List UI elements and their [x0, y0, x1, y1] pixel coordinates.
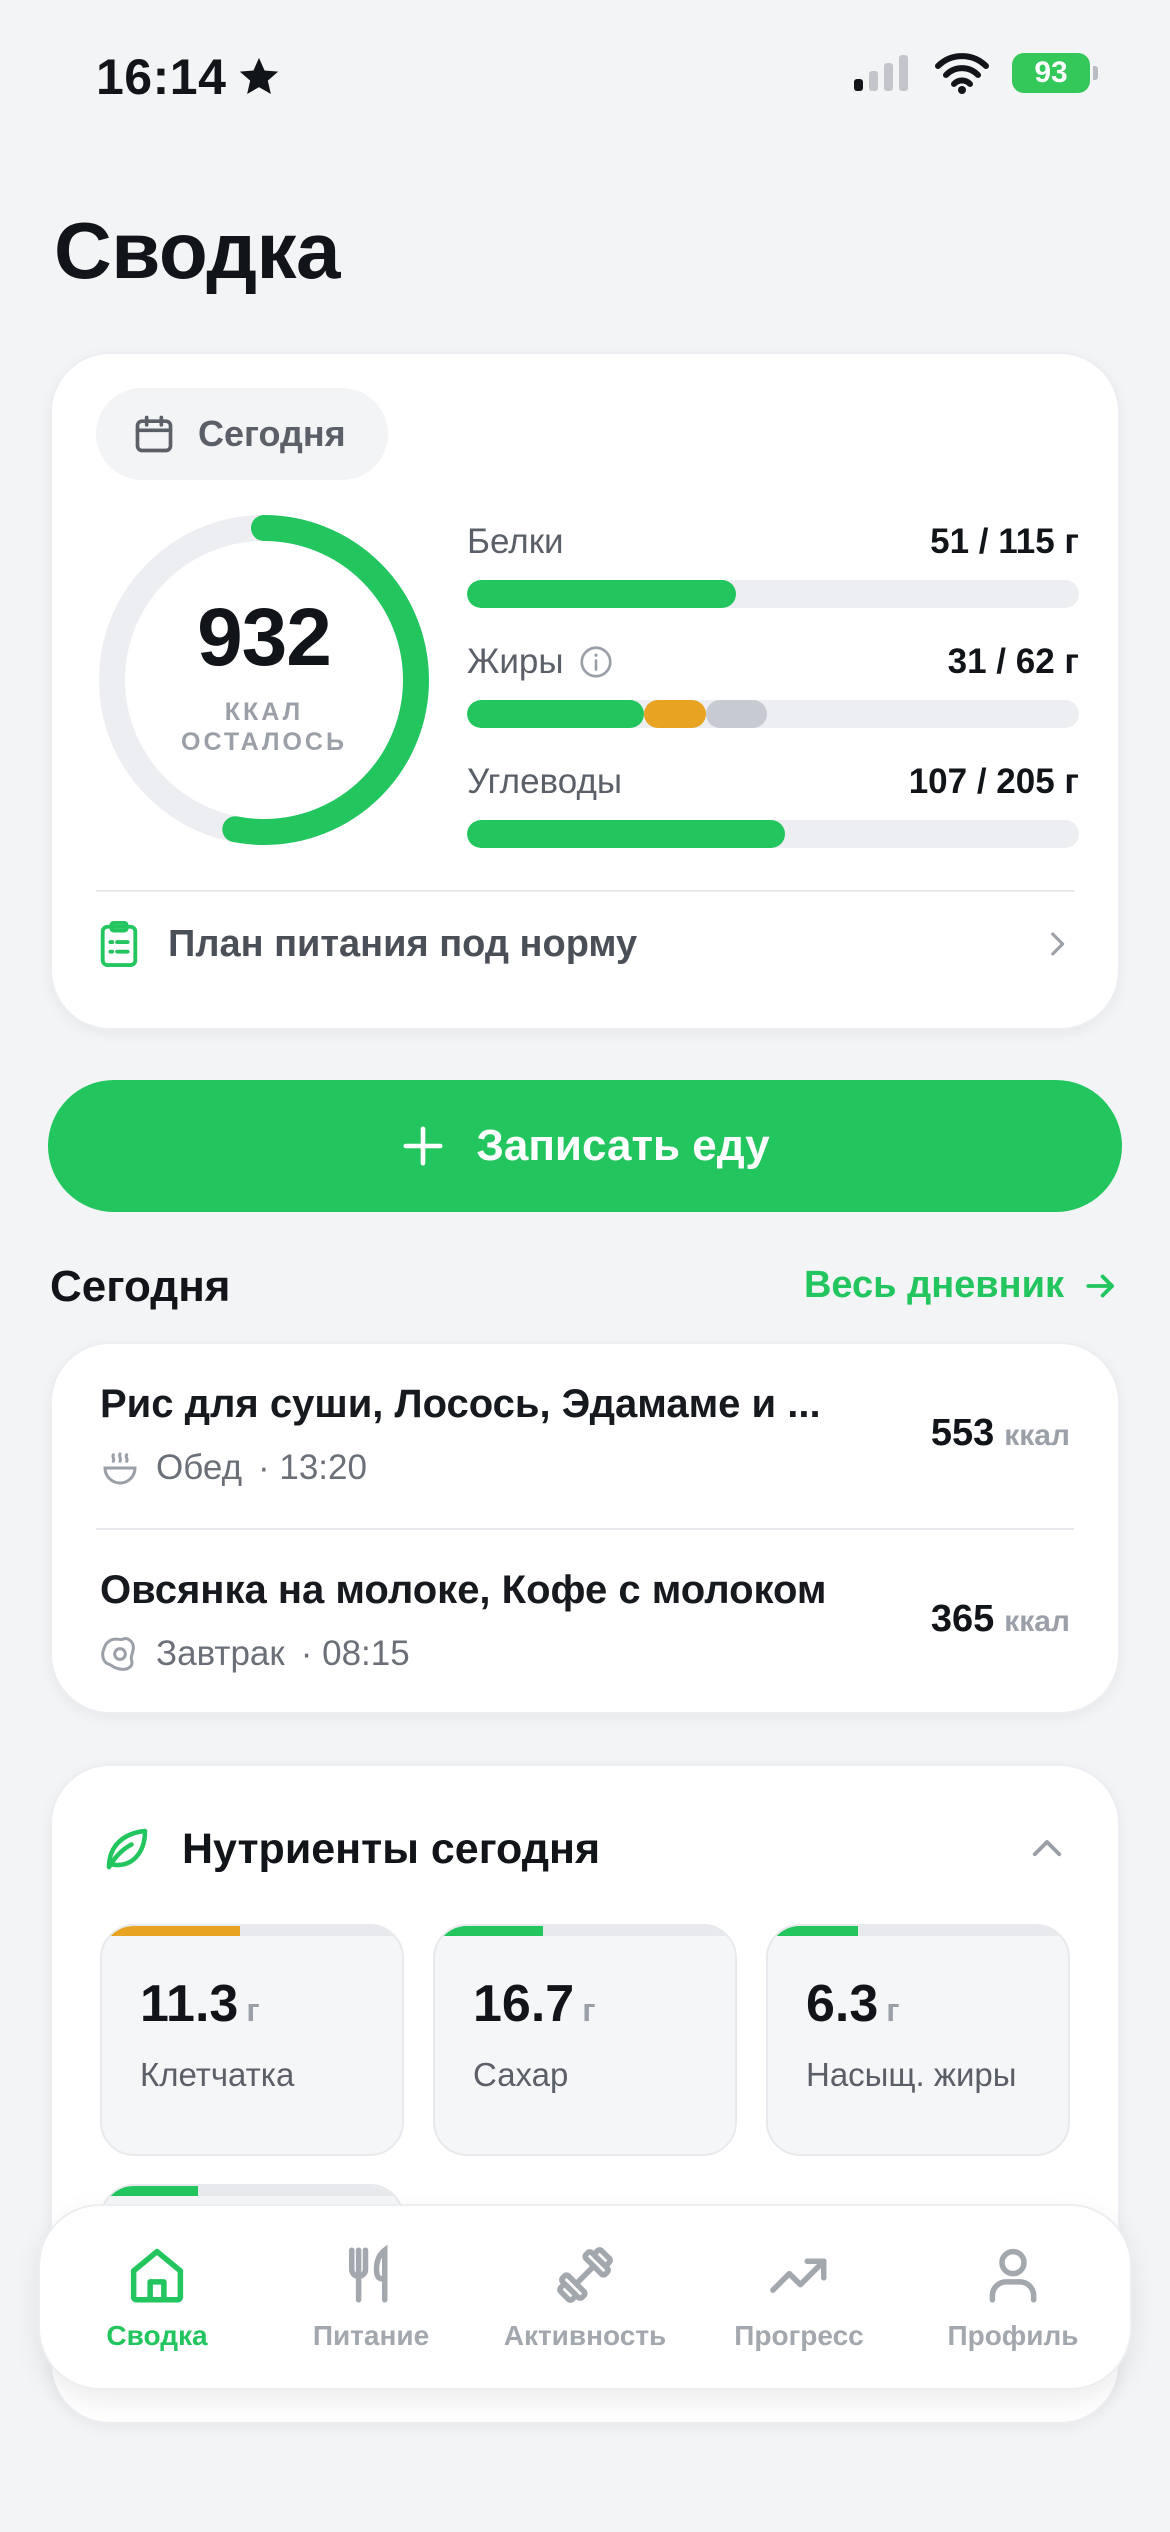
meal-kcal-value: 365	[930, 1598, 995, 1640]
date-chip-label: Сегодня	[198, 413, 346, 454]
date-chip[interactable]: Сегодня	[96, 388, 388, 480]
macros-list: Белки 51 / 115 г Жиры 31 / 62 г Углеводы…	[467, 514, 1079, 874]
meal-title: Рис для суши, Лосось, Эдамаме и ...	[100, 1382, 821, 1426]
meal-title: Овсянка на молоке, Кофе с молоком	[100, 1568, 827, 1612]
macro-bar-segment	[705, 700, 767, 728]
home-icon	[130, 2248, 184, 2303]
tab-progress[interactable]: Прогресс	[694, 2242, 904, 2352]
calories-unit: ККАЛ	[224, 698, 304, 726]
status-bar: 16:14 93	[0, 0, 1170, 150]
nutrient-tile-bar-fill	[435, 1926, 543, 1936]
full-diary-link[interactable]: Весь дневник	[804, 1264, 1120, 1307]
meal-kcal-value: 553	[930, 1412, 995, 1454]
full-diary-label: Весь дневник	[803, 1264, 1064, 1306]
summary-card: Сегодня 932 ККАЛ ОСТАЛОСЬ Белки 51 / 115…	[50, 352, 1120, 1030]
log-food-label: Записать еду	[476, 1121, 770, 1170]
nutrient-value: 6.3	[806, 1975, 879, 2033]
wifi-icon	[935, 53, 989, 94]
battery-level: 93	[1034, 56, 1068, 89]
calendar-icon	[135, 415, 173, 453]
bowl-icon	[103, 1452, 137, 1485]
macro-name: Белки	[467, 522, 564, 561]
meal-time: · 08:15	[300, 1634, 410, 1673]
meal-kcal-unit: ккал	[1004, 1605, 1070, 1638]
nutrient-tile-saturated-fat[interactable]: 6.3 г Насыщ. жиры	[766, 1924, 1070, 2156]
tab-bar: Сводка Питание Активность Прогресс Профи…	[38, 2204, 1132, 2390]
macro-name: Углеводы	[467, 762, 623, 801]
nutrient-tile-sugar[interactable]: 16.7 г Сахар	[433, 1924, 737, 2156]
nutrient-label: Сахар	[473, 2056, 569, 2093]
tab-activity[interactable]: Активность	[480, 2242, 690, 2352]
star-icon	[240, 57, 279, 95]
meal-plan-label: План питания под норму	[168, 922, 638, 965]
macro-bar	[467, 700, 1079, 728]
tab-label: Профиль	[947, 2320, 1079, 2351]
chevron-right-icon	[1051, 932, 1065, 956]
tab-label: Прогресс	[734, 2320, 864, 2351]
nutrient-unit: г	[886, 1992, 900, 2028]
macro-bar-segment	[467, 700, 645, 728]
chevron-up-icon[interactable]	[1026, 1828, 1068, 1870]
nutrient-value: 16.7	[473, 1975, 575, 2033]
nutrient-unit: г	[246, 1992, 260, 2028]
meal-time: · 13:20	[258, 1448, 367, 1487]
meal-type: Завтрак	[156, 1634, 285, 1673]
page-title: Сводка	[54, 206, 341, 295]
meal-type: Обед	[156, 1448, 242, 1487]
tab-nutrition[interactable]: Питание	[266, 2242, 476, 2352]
leaf-icon	[106, 1828, 148, 1870]
dumbbell-icon	[557, 2247, 613, 2303]
nutrient-unit: г	[582, 1992, 596, 2028]
macro-bar-fill	[467, 580, 737, 608]
tab-label: Сводка	[106, 2320, 208, 2351]
tab-summary[interactable]: Сводка	[52, 2242, 262, 2352]
macro-name: Жиры	[467, 642, 564, 681]
macro-carbs: Углеводы 107 / 205 г	[467, 754, 1079, 874]
log-food-button[interactable]: Записать еду	[48, 1080, 1122, 1212]
calories-caption: ОСТАЛОСЬ	[181, 728, 347, 756]
status-time: 16:14	[96, 48, 282, 106]
cellular-icon	[854, 55, 908, 91]
clipboard-icon	[100, 921, 138, 968]
divider	[96, 890, 1074, 892]
tab-label: Активность	[503, 2320, 667, 2351]
trend-icon	[770, 2258, 827, 2293]
meals-card: Рис для суши, Лосось, Эдамаме и ... Обед…	[50, 1342, 1120, 1714]
macro-bar	[467, 580, 1079, 608]
nutrient-tile-bar-fill	[102, 1926, 240, 1936]
meal-item[interactable]: Овсянка на молоке, Кофе с молоком Завтра…	[100, 1530, 1070, 1714]
macro-bar-segment	[644, 700, 706, 728]
nutrient-value: 11.3	[140, 1975, 239, 2033]
tab-label: Питание	[312, 2320, 430, 2351]
plus-icon	[403, 1126, 443, 1166]
fried-egg-icon	[101, 1637, 135, 1671]
nutrient-label: Клетчатка	[140, 2056, 295, 2093]
macro-value: 31 / 62 г	[947, 642, 1079, 681]
meal-plan-row[interactable]: План питания под норму	[96, 894, 1074, 994]
nutrient-tile-fiber[interactable]: 11.3 г Клетчатка	[100, 1924, 404, 2156]
battery-indicator: 93	[1012, 53, 1098, 93]
nutrient-label: Насыщ. жиры	[806, 2056, 1017, 2093]
today-section-title: Сегодня	[50, 1262, 231, 1311]
arrow-right-icon	[1086, 1274, 1114, 1297]
calories-left: 932	[197, 592, 332, 683]
fork-knife-icon	[349, 2244, 388, 2303]
meal-item[interactable]: Рис для суши, Лосось, Эдамаме и ... Обед…	[100, 1344, 1070, 1528]
nutrients-title: Нутриенты сегодня	[182, 1824, 601, 1873]
nutrient-tile-bar-fill	[102, 2186, 198, 2196]
status-time-text: 16:14	[96, 49, 227, 105]
meal-kcal-unit: ккал	[1004, 1419, 1070, 1452]
macro-value: 107 / 205 г	[908, 762, 1079, 801]
info-icon[interactable]	[578, 644, 614, 680]
macro-protein: Белки 51 / 115 г	[467, 514, 1079, 634]
person-icon	[989, 2248, 1037, 2303]
macro-bar-fill	[467, 820, 786, 848]
tab-profile[interactable]: Профиль	[908, 2242, 1118, 2352]
macro-value: 51 / 115 г	[930, 522, 1079, 561]
nutrient-tile-bar-fill	[768, 1926, 858, 1936]
macro-bar	[467, 820, 1079, 848]
calorie-ring: 932 ККАЛ ОСТАЛОСЬ	[96, 512, 432, 848]
macro-fat: Жиры 31 / 62 г	[467, 634, 1079, 754]
